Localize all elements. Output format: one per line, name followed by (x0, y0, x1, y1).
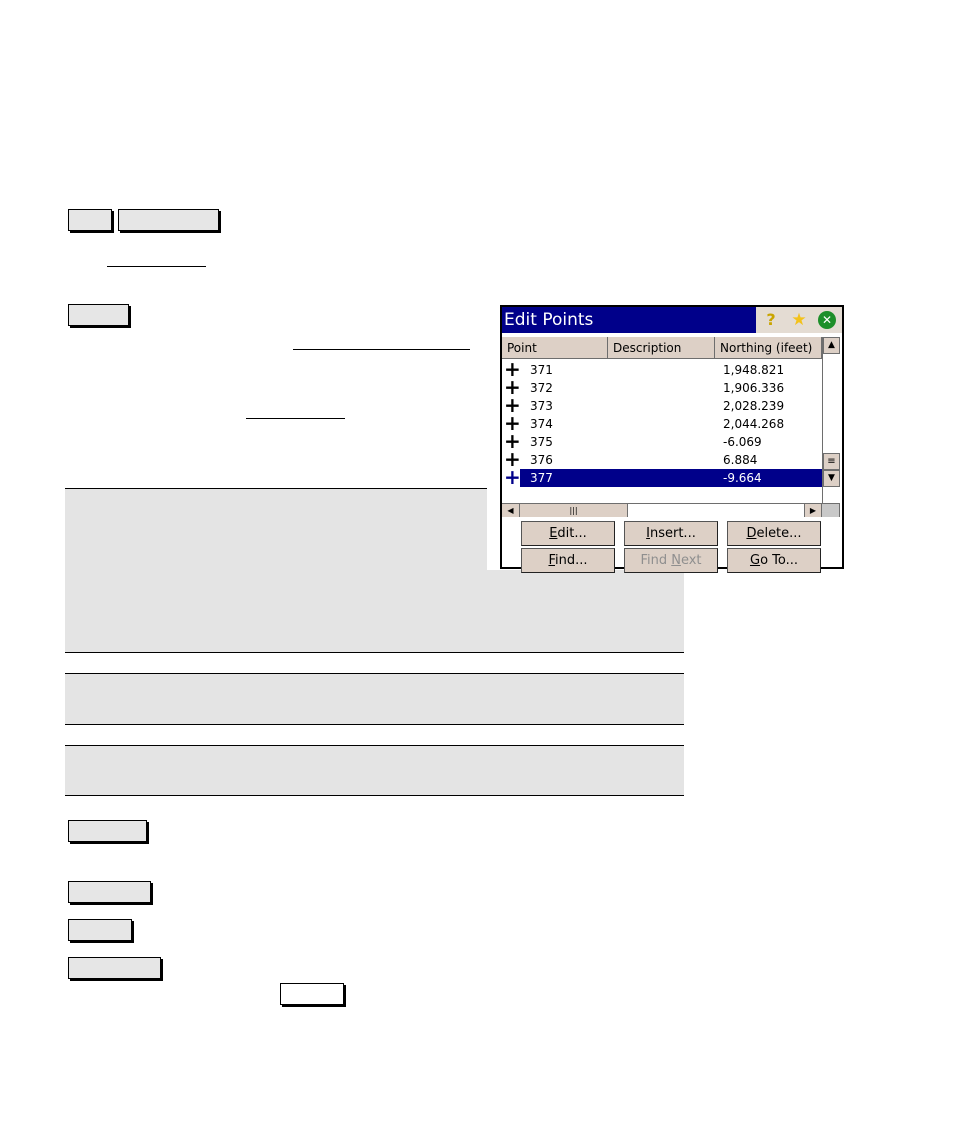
link-underline[interactable] (246, 418, 345, 419)
key-cap (280, 983, 344, 1005)
table-row[interactable]: +377 -9.664 (502, 465, 822, 489)
key-cap (68, 209, 112, 231)
point-name: 374 (530, 417, 553, 431)
table-row[interactable]: +375 -6.069 (502, 431, 822, 451)
table-row[interactable]: +376 6.884 (502, 449, 822, 469)
point-name: 376 (530, 453, 553, 467)
column-header-point[interactable]: Point (502, 337, 608, 359)
window-title: Edit Points (504, 310, 594, 330)
point-name: 375 (530, 435, 553, 449)
point-cross-icon: + (504, 465, 521, 489)
selection-highlight (520, 469, 822, 487)
edit-points-window: Edit Points ? ★ ✕ Point Description Nort… (500, 305, 844, 573)
scroll-up-arrow-icon[interactable]: ▲ (823, 337, 840, 354)
key-cap (68, 919, 132, 941)
scroll-thumb[interactable]: ≡ (823, 453, 840, 470)
northing-value: 1,948.821 (723, 363, 785, 377)
scroll-right-arrow-icon[interactable]: ▶ (804, 504, 822, 517)
favorites-icon[interactable]: ★ (790, 311, 808, 329)
key-cap (68, 820, 147, 842)
find-next-button[interactable]: Find Next (624, 548, 718, 573)
edit-points-screenshot: Edit Points ? ★ ✕ Point Description Nort… (487, 302, 845, 573)
key-cap (68, 957, 161, 979)
vertical-scrollbar[interactable]: ▲ ≡ ▼ (822, 337, 840, 503)
northing-value: 1,906.336 (723, 381, 785, 395)
note-box (65, 673, 684, 725)
title-icons: ? ★ ✕ (756, 307, 842, 333)
table-header: Point Description Northing (ifeet) (502, 337, 822, 359)
title-bar: Edit Points ? ★ ✕ (502, 307, 842, 333)
northing-value: -9.664 (723, 471, 762, 485)
go-to-button[interactable]: Go To... (727, 548, 821, 573)
northing-value: -6.069 (723, 435, 762, 449)
edit-button[interactable]: Edit... (521, 521, 615, 546)
table-row[interactable]: +374 2,044.268 (502, 413, 822, 433)
link-underline[interactable] (293, 349, 470, 350)
insert-button[interactable]: Insert... (624, 521, 718, 546)
scrollbar-corner (822, 504, 840, 517)
point-name: 372 (530, 381, 553, 395)
column-header-description[interactable]: Description (608, 337, 715, 359)
key-cap (68, 881, 151, 903)
horizontal-scrollbar[interactable]: ◀ ||| ▶ (502, 503, 840, 517)
find-button[interactable]: Find... (521, 548, 615, 573)
scroll-left-arrow-icon[interactable]: ◀ (502, 504, 520, 517)
scroll-down-arrow-icon[interactable]: ▼ (823, 470, 840, 487)
link-underline[interactable] (107, 266, 206, 267)
horizontal-scroll-thumb[interactable]: ||| (520, 504, 628, 517)
point-name: 377 (530, 471, 553, 485)
delete-button[interactable]: Delete... (727, 521, 821, 546)
points-table: Point Description Northing (ifeet) +371 1… (502, 337, 822, 503)
key-cap (118, 209, 219, 231)
help-icon[interactable]: ? (762, 311, 780, 329)
point-name: 371 (530, 363, 553, 377)
key-cap (68, 304, 129, 326)
northing-value: 2,028.239 (723, 399, 785, 413)
table-row[interactable]: +371 1,948.821 (502, 359, 822, 379)
table-row[interactable]: +373 2,028.239 (502, 395, 822, 415)
column-header-northing[interactable]: Northing (ifeet) (715, 337, 822, 359)
close-icon[interactable]: ✕ (818, 311, 836, 329)
table-row[interactable]: +372 1,906.336 (502, 377, 822, 397)
northing-value: 6.884 (723, 453, 758, 467)
note-box (65, 745, 684, 796)
northing-value: 2,044.268 (723, 417, 785, 431)
point-name: 373 (530, 399, 553, 413)
